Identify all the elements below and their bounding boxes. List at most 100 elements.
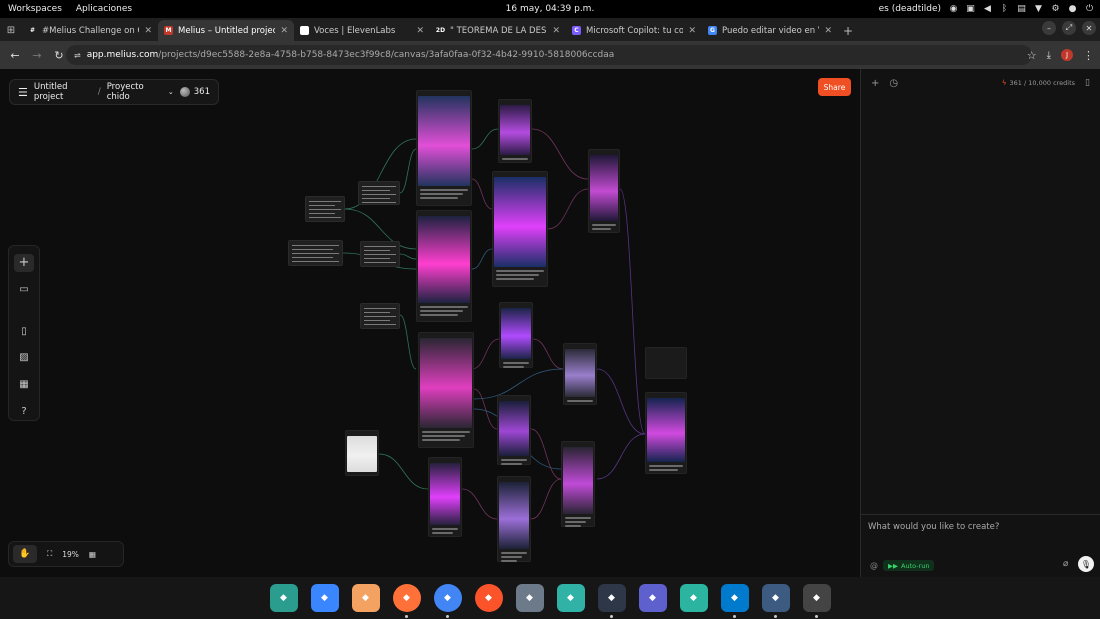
share-button[interactable]: Share xyxy=(818,78,851,96)
attach-icon[interactable]: ⌀ xyxy=(1063,559,1068,569)
back-button[interactable]: ← xyxy=(4,44,26,66)
autorun-toggle[interactable]: ▶▶ Auto-run xyxy=(883,560,935,571)
dock-app-brave[interactable]: ◆ xyxy=(474,584,503,612)
chat-icon[interactable]: ▣ xyxy=(966,4,975,14)
dock-app-app-grid[interactable]: ◆ xyxy=(351,584,380,612)
browser-tab[interactable]: C Microsoft Copilot: tu co ✕ xyxy=(566,20,702,41)
dock-app-firefox[interactable]: ◆ xyxy=(392,584,421,618)
dock-app-store[interactable]: ◆ xyxy=(638,584,667,612)
layout-icon[interactable]: ▦ xyxy=(14,376,34,394)
dock-app-image-viewer[interactable]: ◆ xyxy=(269,584,298,612)
wifi-icon[interactable]: ▼ xyxy=(1034,4,1043,14)
image-node[interactable] xyxy=(416,90,472,206)
tab-search-icon[interactable]: ⊞ xyxy=(0,19,22,41)
image-node[interactable] xyxy=(499,302,533,368)
close-tab-icon[interactable]: ✕ xyxy=(280,26,288,36)
close-tab-icon[interactable]: ✕ xyxy=(416,26,424,36)
download-icon[interactable]: ⤓ xyxy=(1047,50,1051,61)
image-node[interactable] xyxy=(345,430,379,476)
image-node[interactable] xyxy=(645,392,687,474)
bookmark-star-icon[interactable]: ☆ xyxy=(1027,49,1037,62)
fit-view-icon[interactable]: ⛶ xyxy=(47,549,52,559)
text-node[interactable] xyxy=(358,181,400,205)
image-node[interactable] xyxy=(561,441,595,527)
new-tab-button[interactable]: + xyxy=(838,20,858,41)
menu-icon[interactable]: ☰ xyxy=(18,86,28,99)
zoom-level[interactable]: 19% xyxy=(62,550,79,559)
image-node[interactable] xyxy=(645,347,687,379)
image-node[interactable] xyxy=(588,149,620,233)
minimize-button[interactable]: – xyxy=(1042,21,1056,35)
keyboard-layout[interactable]: es (deadtilde) xyxy=(879,4,941,14)
dock-app-chrome[interactable]: ◆ xyxy=(433,584,462,618)
close-tab-icon[interactable]: ✕ xyxy=(824,26,832,36)
maximize-button[interactable]: ⤢ xyxy=(1062,21,1076,35)
prompt-input[interactable]: What would you like to create? xyxy=(868,522,999,532)
minimap-icon[interactable]: ▦ xyxy=(89,550,96,559)
new-chat-icon[interactable]: + xyxy=(871,78,879,89)
browser-tab[interactable]: M Melius – Untitled project ✕ xyxy=(158,20,294,41)
image-node[interactable] xyxy=(492,171,548,287)
profile-avatar[interactable]: J xyxy=(1061,49,1073,61)
close-tab-icon[interactable]: ✕ xyxy=(552,26,560,36)
add-node-button[interactable]: + xyxy=(14,254,34,272)
dock-app-recorder[interactable]: ◆ xyxy=(679,584,708,612)
volume-icon[interactable]: ◀ xyxy=(983,4,992,14)
browser-tab[interactable]: # #Melius Challenge on C ✕ xyxy=(22,20,158,41)
bluetooth-icon[interactable]: ᛒ xyxy=(1000,4,1009,14)
url-bar[interactable]: ⇌ app.melius.com/projects/d9ec5588-2e8a-… xyxy=(66,45,1032,65)
dock-app-screenshot[interactable]: ◆ xyxy=(802,584,831,618)
document-icon[interactable]: ▯ xyxy=(14,322,34,340)
chevron-down-icon[interactable]: ⌄ xyxy=(168,88,174,96)
mention-icon[interactable]: @ xyxy=(870,561,878,570)
dock-app-terminal[interactable]: ◆ xyxy=(597,584,626,618)
settings-icon[interactable]: ⚙ xyxy=(1051,4,1060,14)
image-node[interactable] xyxy=(497,476,531,562)
app-indicator-icon[interactable]: ◉ xyxy=(949,4,958,14)
browser-tab[interactable]: II Voces | ElevenLabs ✕ xyxy=(294,20,430,41)
image-node[interactable] xyxy=(563,343,597,405)
microphone-button[interactable]: 🎙 xyxy=(1078,556,1094,572)
close-tab-icon[interactable]: ✕ xyxy=(144,26,152,36)
dock-app-dashboard[interactable]: ◆ xyxy=(310,584,339,612)
browser-tab[interactable]: G Puedo editar video en V ✕ xyxy=(702,20,838,41)
sticky-note-icon[interactable]: ▭ xyxy=(14,281,34,299)
display-icon[interactable]: ▤ xyxy=(1017,4,1026,14)
image-node[interactable] xyxy=(428,457,462,537)
dock-app-video-editor[interactable]: ◆ xyxy=(761,584,790,618)
workflow-canvas[interactable]: ☰ Untitled project / Proyecto chido ⌄ 36… xyxy=(0,69,860,577)
workspaces-button[interactable]: Workspaces xyxy=(8,4,62,14)
site-info-icon[interactable]: ⇌ xyxy=(74,51,81,60)
image-node[interactable] xyxy=(416,210,472,322)
history-icon[interactable]: ◷ xyxy=(889,78,898,89)
power-icon[interactable]: ⏻ xyxy=(1085,4,1094,14)
collapse-panel-icon[interactable]: ▯ xyxy=(1085,78,1090,88)
prompt-composer[interactable]: What would you like to create? @ ▶▶ Auto-… xyxy=(861,514,1100,577)
browser-tab[interactable]: 2D " TEOREMA DE LA DESI ✕ xyxy=(430,20,566,41)
forward-button[interactable]: → xyxy=(26,44,48,66)
people-icon[interactable]: ● xyxy=(1068,4,1077,14)
project-name[interactable]: Untitled project xyxy=(34,82,92,102)
text-node[interactable] xyxy=(305,196,345,222)
dock-app-text-editor[interactable]: ◆ xyxy=(515,584,544,612)
image-node[interactable] xyxy=(418,332,474,448)
text-node[interactable] xyxy=(360,303,400,329)
close-tab-icon[interactable]: ✕ xyxy=(688,26,696,36)
clock[interactable]: 16 may, 04:39 p.m. xyxy=(506,4,595,14)
image-icon[interactable]: ▨ xyxy=(14,349,34,367)
text-node[interactable] xyxy=(288,240,343,266)
dock-app-vscode[interactable]: ◆ xyxy=(720,584,749,618)
folder-name[interactable]: Proyecto chido xyxy=(107,82,162,102)
browser-menu-icon[interactable]: ⋮ xyxy=(1083,49,1094,62)
caption-line xyxy=(432,528,458,530)
applications-button[interactable]: Aplicaciones xyxy=(76,4,132,14)
hand-tool-icon[interactable]: ✋ xyxy=(13,545,37,563)
text-line xyxy=(292,245,339,247)
image-node[interactable] xyxy=(497,395,531,465)
text-node[interactable] xyxy=(360,241,400,267)
close-window-button[interactable]: ✕ xyxy=(1082,21,1096,35)
credits-badge[interactable]: 361 xyxy=(179,87,210,97)
image-node[interactable] xyxy=(498,99,532,163)
dock-app-files[interactable]: ◆ xyxy=(556,584,585,612)
help-icon[interactable]: ? xyxy=(14,402,34,420)
